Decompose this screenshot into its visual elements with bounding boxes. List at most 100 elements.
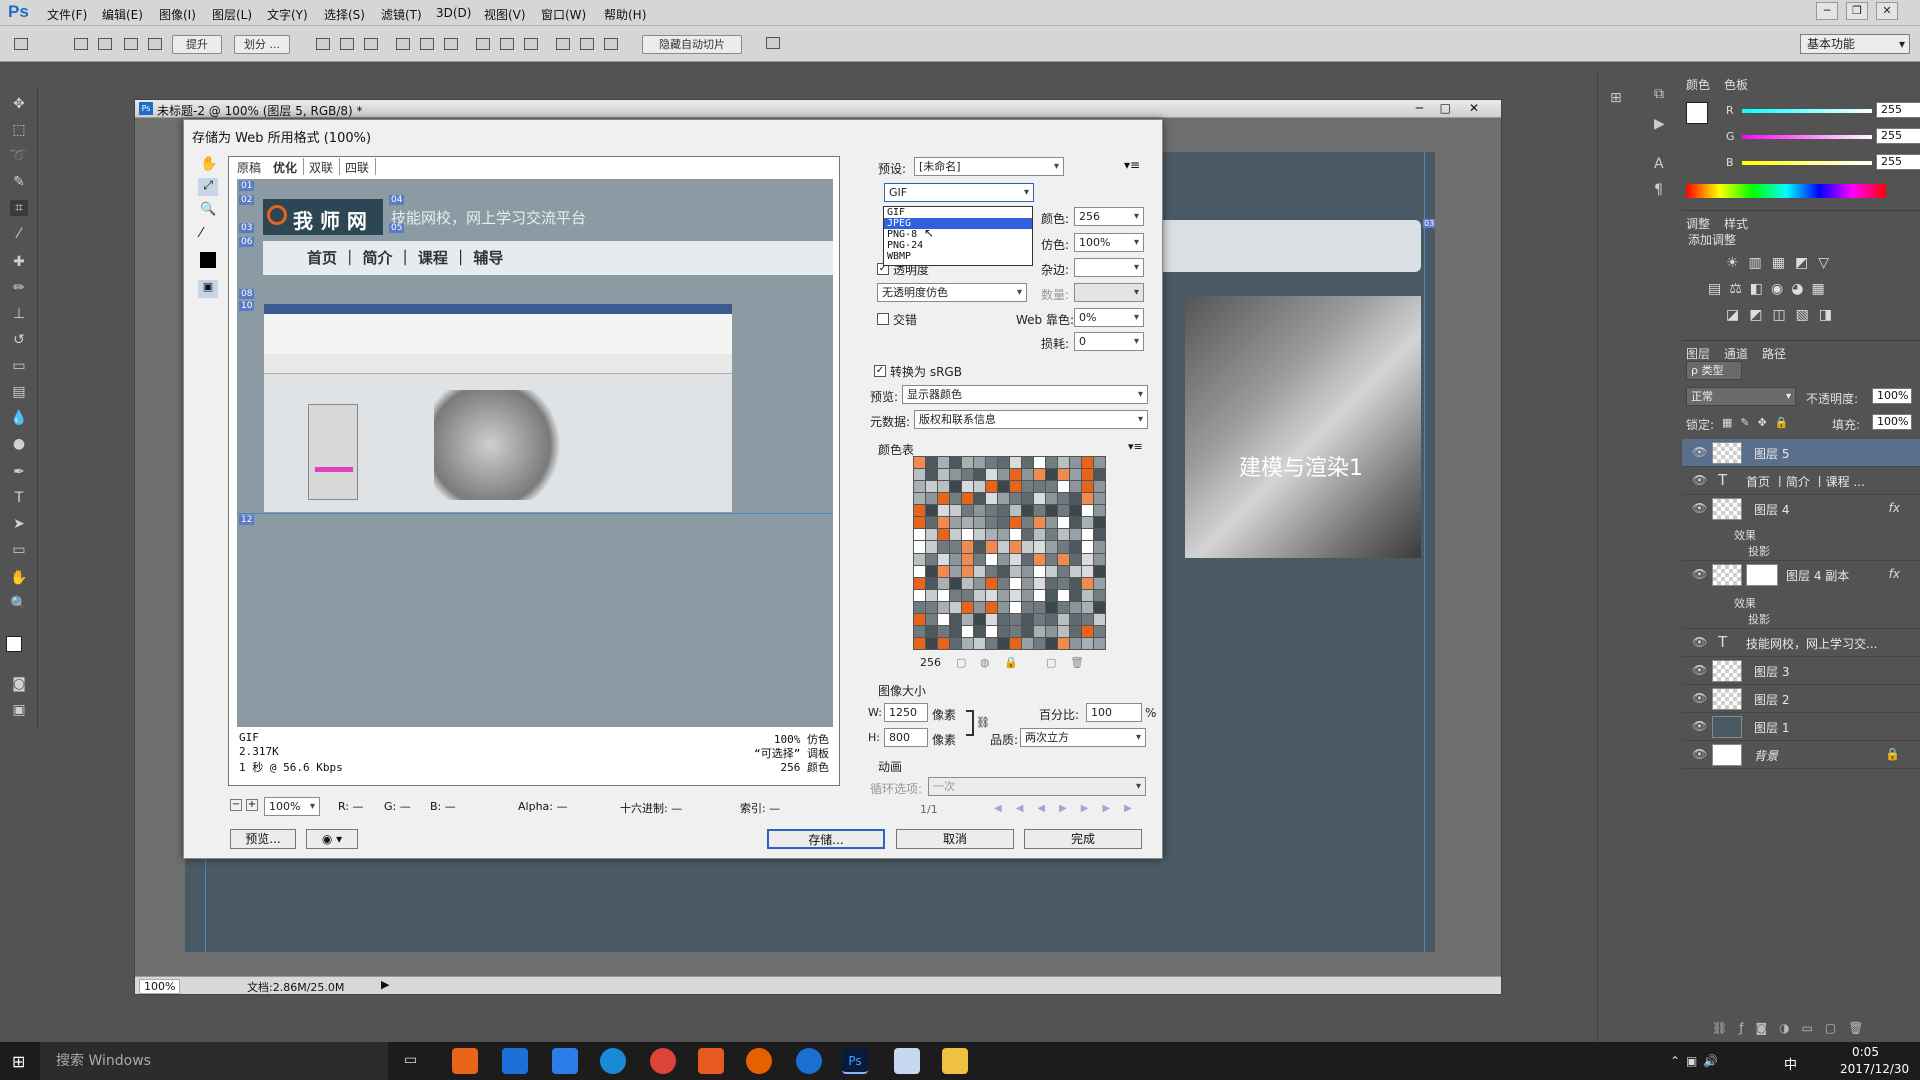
r-value[interactable]: 255 <box>1876 102 1920 118</box>
color-swatch[interactable] <box>1010 481 1021 493</box>
color-swatch[interactable] <box>926 625 937 637</box>
tab-styles[interactable]: 样式 <box>1724 215 1748 232</box>
metadata-select[interactable]: 版权和联系信息 ▾ <box>914 410 1148 429</box>
chrome-icon[interactable] <box>650 1048 676 1074</box>
color-table-menu-icon[interactable]: ▾≡ <box>1128 440 1143 453</box>
color-swatch[interactable] <box>998 505 1009 517</box>
color-swatch[interactable] <box>938 529 949 541</box>
color-swatch[interactable] <box>938 517 949 529</box>
color-swatch[interactable] <box>926 601 937 613</box>
slice-options-icon[interactable] <box>766 37 780 49</box>
color-swatch[interactable] <box>974 565 985 577</box>
color-swatch[interactable] <box>1046 505 1057 517</box>
color-swatch[interactable] <box>938 577 949 589</box>
menu-filter[interactable]: 滤镜(T) <box>381 6 422 23</box>
color-swatch[interactable] <box>1010 577 1021 589</box>
zoom-in-icon[interactable]: + <box>246 799 258 811</box>
color-swatch[interactable] <box>962 601 973 613</box>
color-swatch[interactable] <box>1034 601 1045 613</box>
menu-layer[interactable]: 图层(L) <box>212 6 252 23</box>
restore-button[interactable]: ❐ <box>1846 2 1868 20</box>
menu-select[interactable]: 选择(S) <box>324 6 365 23</box>
color-swatch[interactable] <box>1022 565 1033 577</box>
color-swatch[interactable] <box>1010 517 1021 529</box>
color-swatch[interactable] <box>986 613 997 625</box>
color-swatch[interactable] <box>986 481 997 493</box>
menu-view[interactable]: 视图(V) <box>484 6 526 23</box>
workspace-select[interactable]: 基本功能 ▾ <box>1800 34 1910 54</box>
color-swatch[interactable] <box>914 565 925 577</box>
color-swatch[interactable] <box>1046 625 1057 637</box>
file-explorer-icon[interactable] <box>942 1048 968 1074</box>
color-swatch[interactable] <box>914 505 925 517</box>
color-swatch[interactable] <box>1082 553 1093 565</box>
color-swatch[interactable] <box>1046 529 1057 541</box>
color-swatch[interactable] <box>1034 553 1045 565</box>
windows-start-icon[interactable]: ⊞ <box>12 1052 25 1071</box>
color-swatch[interactable] <box>950 505 961 517</box>
tab-layers[interactable]: 图层 <box>1686 345 1710 362</box>
color-swatch[interactable] <box>926 457 937 469</box>
format-option-gif[interactable]: GIF <box>884 207 1032 218</box>
height-input[interactable]: 800 <box>884 728 928 747</box>
color-swatch[interactable] <box>1034 481 1045 493</box>
color-swatch[interactable] <box>1094 469 1105 481</box>
pen-tool-icon[interactable]: ✒ <box>10 464 28 480</box>
link-chain-icon[interactable]: ⛓ <box>976 716 990 729</box>
color-swatch[interactable] <box>1034 589 1045 601</box>
eye-icon[interactable]: 👁 <box>1692 719 1707 733</box>
color-swatch[interactable] <box>974 613 985 625</box>
color-swatch[interactable] <box>1070 469 1081 481</box>
color-swatch[interactable] <box>998 541 1009 553</box>
status-arrow-icon[interactable]: ▶ <box>381 978 389 991</box>
color-swatch[interactable] <box>1046 481 1057 493</box>
dodge-tool-icon[interactable]: ● <box>10 436 28 452</box>
hand-tool-icon[interactable]: ✋ <box>10 570 28 586</box>
color-swatch[interactable] <box>950 601 961 613</box>
layer-row[interactable]: 👁 T 首页 丨简介 丨课程 ... <box>1682 467 1920 495</box>
color-swatch[interactable] <box>998 517 1009 529</box>
stack-down-icon[interactable] <box>98 38 112 50</box>
color-swatch[interactable] <box>974 481 985 493</box>
color-swatch[interactable] <box>950 637 961 649</box>
format-dropdown-list[interactable]: GIF JPEG PNG-8 PNG-24 WBMP <box>883 206 1033 266</box>
hide-auto-slices-button[interactable]: 隐藏自动切片 <box>642 35 742 54</box>
color-swatch[interactable] <box>962 517 973 529</box>
color-swatch[interactable] <box>1070 601 1081 613</box>
distribute-right-icon[interactable] <box>604 38 618 50</box>
color-swatch[interactable] <box>1034 625 1045 637</box>
gradient-tool-icon[interactable]: ▤ <box>10 384 28 400</box>
color-swatch[interactable] <box>1094 577 1105 589</box>
history-panel-icon[interactable]: ⊞ <box>1610 90 1622 106</box>
adjustment-icons-row1[interactable]: ☀▥▦◩▽ <box>1726 255 1839 271</box>
color-swatch[interactable] <box>926 517 937 529</box>
color-swatch[interactable] <box>962 505 973 517</box>
color-swatch[interactable] <box>1094 601 1105 613</box>
color-swatch[interactable] <box>938 553 949 565</box>
color-swatch[interactable] <box>1034 637 1045 649</box>
color-swatch[interactable] <box>938 541 949 553</box>
format-option-wbmp[interactable]: WBMP <box>884 251 1032 262</box>
color-swatch[interactable] <box>1058 493 1069 505</box>
convert-srgb-checkbox[interactable]: ✓ <box>874 365 886 377</box>
color-swatch[interactable] <box>1034 505 1045 517</box>
color-swatch[interactable] <box>974 541 985 553</box>
color-swatch[interactable] <box>1058 637 1069 649</box>
eyedropper-color-swatch[interactable] <box>200 252 216 268</box>
color-swatch[interactable] <box>1010 601 1021 613</box>
color-swatch[interactable] <box>950 481 961 493</box>
color-swatch[interactable] <box>1094 637 1105 649</box>
color-swatch[interactable] <box>1010 505 1021 517</box>
color-swatch[interactable] <box>1046 517 1057 529</box>
color-swatch[interactable] <box>1058 529 1069 541</box>
app-icon-8[interactable] <box>796 1048 822 1074</box>
color-swatch[interactable] <box>1034 565 1045 577</box>
format-option-jpeg[interactable]: JPEG <box>884 218 1032 229</box>
color-swatch[interactable] <box>986 493 997 505</box>
color-swatch[interactable] <box>1070 457 1081 469</box>
color-swatch[interactable] <box>962 493 973 505</box>
color-swatch[interactable] <box>986 541 997 553</box>
doc-minimize-icon[interactable]: ─ <box>1416 101 1423 115</box>
color-swatch[interactable] <box>998 565 1009 577</box>
color-swatch[interactable] <box>1082 481 1093 493</box>
